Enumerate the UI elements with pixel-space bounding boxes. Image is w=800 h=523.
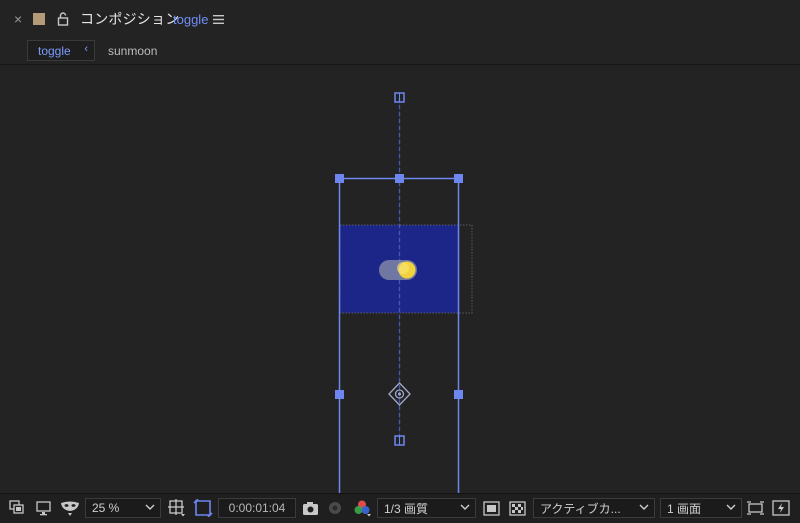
channel-button[interactable] bbox=[352, 498, 372, 518]
current-time-display[interactable]: 0:00:01:04 bbox=[218, 498, 296, 518]
mask-visibility-button[interactable] bbox=[59, 498, 81, 518]
label-color-swatch[interactable] bbox=[33, 0, 45, 38]
region-of-interest-button[interactable] bbox=[483, 498, 500, 518]
camera-view-value[interactable]: アクティブカ... bbox=[540, 500, 621, 517]
hamburger-icon[interactable] bbox=[213, 14, 224, 24]
zoom-value[interactable]: 25 % bbox=[92, 501, 119, 515]
viewer-footer-toolbar: 25 % 0:00:01:04 1/3 画質 アクティブカ... 1 画面 bbox=[0, 493, 800, 523]
lock-toggle-button[interactable] bbox=[57, 0, 69, 38]
tab-toggle[interactable]: toggle ‹ bbox=[27, 40, 95, 61]
transform-handle[interactable] bbox=[395, 174, 404, 183]
composition-name[interactable]: toggle bbox=[173, 0, 208, 38]
view-layout-value[interactable]: 1 画面 bbox=[667, 500, 701, 517]
show-snapshot-icon[interactable] bbox=[326, 500, 344, 516]
toggle-pixel-aspect-button[interactable] bbox=[746, 498, 765, 518]
transparency-toggle-button[interactable] bbox=[509, 498, 526, 518]
chevron-down-icon[interactable] bbox=[639, 502, 649, 512]
always-preview-button[interactable] bbox=[9, 498, 26, 518]
close-panel-button[interactable]: × bbox=[14, 0, 22, 38]
roi-icon[interactable] bbox=[483, 500, 500, 516]
toggle-knob-highlight bbox=[397, 262, 409, 274]
camera-view-dropdown[interactable]: アクティブカ... bbox=[533, 498, 655, 518]
tab-sunmoon[interactable]: sunmoon bbox=[108, 44, 157, 58]
chevron-left-icon: ‹ bbox=[84, 43, 88, 55]
panel-title: コンポジション bbox=[80, 11, 180, 27]
grid-icon[interactable] bbox=[168, 499, 186, 517]
chevron-down-icon[interactable] bbox=[145, 502, 155, 512]
fast-previews-button[interactable] bbox=[772, 498, 790, 518]
monitor-icon[interactable] bbox=[36, 500, 51, 516]
zoom-dropdown[interactable]: 25 % bbox=[85, 498, 161, 518]
show-snapshot-button[interactable] bbox=[326, 498, 344, 518]
composition-navigator: toggle ‹ sunmoon bbox=[0, 38, 800, 64]
transform-handle[interactable] bbox=[454, 174, 463, 183]
close-icon[interactable]: × bbox=[14, 11, 22, 27]
primary-viewer-button[interactable] bbox=[36, 498, 51, 518]
label-color-chip[interactable] bbox=[33, 13, 45, 25]
resolution-value[interactable]: 1/3 画質 bbox=[384, 500, 428, 517]
composition-panel-header: × コンポジション toggle bbox=[0, 0, 800, 38]
layers-preview-icon[interactable] bbox=[9, 500, 26, 516]
grid-guides-button[interactable] bbox=[168, 498, 186, 518]
snapshot-button[interactable] bbox=[302, 498, 319, 518]
panel-menu-button[interactable] bbox=[213, 0, 224, 38]
transform-handle[interactable] bbox=[454, 390, 463, 399]
transform-handle[interactable] bbox=[335, 174, 344, 183]
resolution-dropdown[interactable]: 1/3 画質 bbox=[377, 498, 476, 518]
region-of-interest-icon[interactable] bbox=[193, 499, 213, 517]
tab-label[interactable]: toggle bbox=[38, 44, 71, 58]
fast-preview-icon[interactable] bbox=[772, 500, 790, 516]
transform-handle[interactable] bbox=[335, 390, 344, 399]
chevron-down-icon[interactable] bbox=[726, 502, 736, 512]
view-layout-dropdown[interactable]: 1 画面 bbox=[660, 498, 742, 518]
mask-icon[interactable] bbox=[59, 500, 81, 517]
unlock-icon[interactable] bbox=[57, 12, 69, 26]
camera-icon[interactable] bbox=[302, 501, 319, 516]
composition-viewer[interactable] bbox=[0, 65, 800, 493]
chevron-down-icon[interactable] bbox=[460, 502, 470, 512]
pixel-aspect-icon[interactable] bbox=[746, 500, 765, 516]
rgb-channels-icon[interactable] bbox=[352, 499, 372, 517]
viewer-canvas[interactable] bbox=[0, 65, 800, 493]
transparency-grid-button[interactable] bbox=[193, 498, 213, 518]
checkerboard-icon[interactable] bbox=[509, 500, 526, 516]
